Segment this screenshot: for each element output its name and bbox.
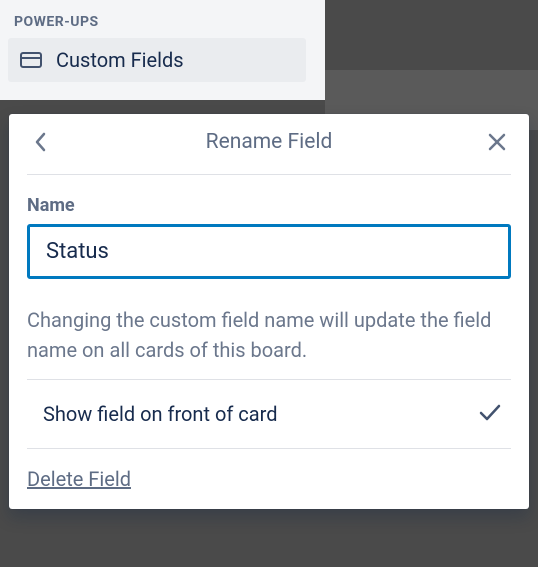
chevron-left-icon — [34, 131, 48, 153]
back-button[interactable] — [27, 128, 55, 156]
show-on-front-label: Show field on front of card — [43, 402, 278, 426]
powerups-header: POWER-UPS — [8, 10, 317, 38]
close-icon — [488, 133, 506, 151]
help-text: Changing the custom field name will upda… — [27, 305, 511, 365]
popover-body: Name Changing the custom field name will… — [9, 175, 529, 509]
name-label: Name — [27, 195, 511, 216]
popover-title: Rename Field — [55, 130, 483, 154]
custom-fields-button[interactable]: Custom Fields — [8, 38, 306, 82]
check-icon — [479, 403, 501, 425]
powerups-panel: POWER-UPS Custom Fields — [0, 0, 325, 100]
show-on-front-toggle[interactable]: Show field on front of card — [27, 379, 511, 449]
custom-fields-label: Custom Fields — [56, 48, 184, 72]
card-icon — [20, 52, 42, 68]
popover-header: Rename Field — [27, 114, 511, 175]
close-button[interactable] — [483, 128, 511, 156]
rename-field-popover: Rename Field Name Changing the custom fi… — [9, 114, 529, 509]
name-input[interactable] — [27, 224, 511, 279]
delete-field-link[interactable]: Delete Field — [27, 449, 131, 499]
